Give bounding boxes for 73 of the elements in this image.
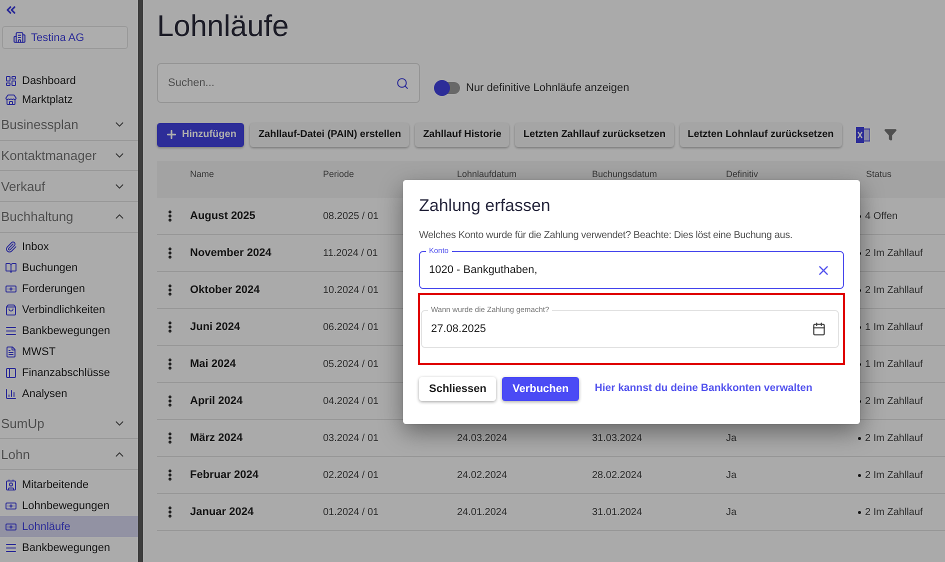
table-cell: 2 Im Zahllauf — [865, 506, 923, 518]
table-cell: 05.2024 / 01 — [323, 358, 379, 370]
table-cell: 31.03.2024 — [592, 432, 642, 444]
table-cell: Mai 2024 — [190, 358, 236, 370]
table-cell: Oktober 2024 — [190, 284, 260, 296]
table-cell: 03.2024 / 01 — [323, 432, 379, 444]
table-cell: Ja — [726, 506, 737, 518]
table-cell: 2 Im Zahllauf — [865, 248, 923, 258]
table-cell: Februar 2024 — [190, 469, 258, 481]
table-cell: 2 Im Zahllauf — [865, 470, 923, 480]
nav-item[interactable]: Bankbewegungen — [0, 320, 138, 342]
column-header: Periode — [323, 169, 354, 179]
table-cell: Juni 2024 — [190, 321, 240, 333]
table-cell: 11.2024 / 01 — [323, 248, 378, 258]
nav-item[interactable]: Mitarbeitende — [0, 474, 138, 495]
submit-button[interactable]: Verbuchen — [502, 377, 579, 401]
dialog-text: Welches Konto wurde für die Zahlung verwendet? Beachte: Dies löst eine Buchung aus. — [419, 230, 794, 241]
column-header: Lohnlaufdatum — [457, 169, 517, 179]
table-cell: 24.01.2024 — [457, 506, 508, 518]
nav-item[interactable]: Inbox — [0, 236, 138, 258]
table-cell: November 2024 — [190, 247, 272, 259]
table-cell: 04.2024 / 01 — [323, 396, 379, 406]
add-button[interactable]: Hinzufügen — [157, 122, 244, 146]
table-cell: Ja — [726, 470, 737, 480]
nav-item[interactable]: Analysen — [0, 384, 138, 405]
table-cell: 2 Im Zahllauf — [865, 432, 923, 444]
table-cell: 2 Im Zahllauf — [865, 284, 923, 296]
dialog-title: Zahlung erfassen — [419, 196, 552, 216]
table-cell: Ja — [726, 432, 737, 444]
table-cell: August 2025 — [190, 210, 256, 222]
toolbar-button[interactable]: Letzten Zahllauf zurücksetzen — [515, 122, 674, 146]
table-cell: 08.2025 / 01 — [323, 210, 379, 222]
close-button[interactable]: Schliessen — [419, 377, 496, 401]
column-header: Name — [190, 169, 214, 179]
nav-item[interactable]: Lohnläufe — [0, 516, 138, 537]
table-cell: 01.2024 / 01 — [323, 506, 379, 518]
table-cell: 31.01.2024 — [592, 506, 642, 518]
nav-item[interactable]: Dashboard — [0, 71, 138, 90]
table-cell: 28.02.2024 — [592, 470, 642, 480]
toolbar-button[interactable]: Zahllauf-Datei (PAIN) erstellen — [250, 122, 410, 146]
page-title: Lohnläufe — [157, 10, 290, 45]
toolbar-button[interactable]: Zahllauf Historie — [415, 122, 510, 146]
table-cell: Januar 2024 — [190, 506, 254, 518]
company-button[interactable]: Testina AG — [2, 26, 128, 49]
table-cell: März 2024 — [190, 432, 243, 444]
table-cell: April 2024 — [190, 395, 243, 407]
table-cell: 24.02.2024 — [457, 470, 508, 480]
date-input[interactable]: 27.08.2025 — [429, 322, 759, 336]
toolbar-button[interactable]: Letzten Lohnlauf zurücksetzen — [680, 122, 842, 146]
nav-item[interactable]: Finanzabschlüsse — [0, 362, 138, 384]
table-cell: 1 Im Zahllauf — [865, 322, 923, 332]
table-cell: 1 Im Zahllauf — [865, 358, 923, 370]
search-field[interactable]: Suchen... — [157, 63, 420, 103]
column-header: Buchungsdatum — [592, 169, 658, 179]
toggle-label: Nur definitive Lohnläufe anzeigen — [466, 82, 630, 94]
nav-item[interactable]: Bankbewegungen — [0, 537, 138, 558]
table-cell: 4 Offen — [865, 210, 898, 222]
nav-item[interactable]: Buchungen — [0, 258, 138, 279]
table-cell: 06.2024 / 01 — [323, 322, 379, 332]
nav-item[interactable]: MWST — [0, 342, 138, 363]
bank-accounts-link[interactable]: Hier kannst du deine Bankkonten verwalten — [594, 382, 812, 396]
table-cell: 02.2024 / 01 — [323, 470, 379, 480]
table-cell: 10.2024 / 01 — [323, 284, 379, 296]
nav-item[interactable]: Lohnbewegungen — [0, 495, 138, 516]
nav-item[interactable]: Marktplatz — [0, 90, 138, 110]
table-cell: 2 Im Zahllauf — [865, 396, 923, 406]
column-header: Status — [865, 169, 892, 179]
nav-item[interactable]: Verbindlichkeiten — [0, 300, 138, 321]
table-cell: 24.03.2024 — [457, 432, 508, 444]
search-input[interactable]: Suchen... — [166, 76, 366, 90]
account-input[interactable]: 1020 - Bankguthaben, — [427, 263, 757, 277]
column-header: Definitiv — [726, 169, 758, 179]
nav-item[interactable]: Forderungen — [0, 278, 138, 300]
